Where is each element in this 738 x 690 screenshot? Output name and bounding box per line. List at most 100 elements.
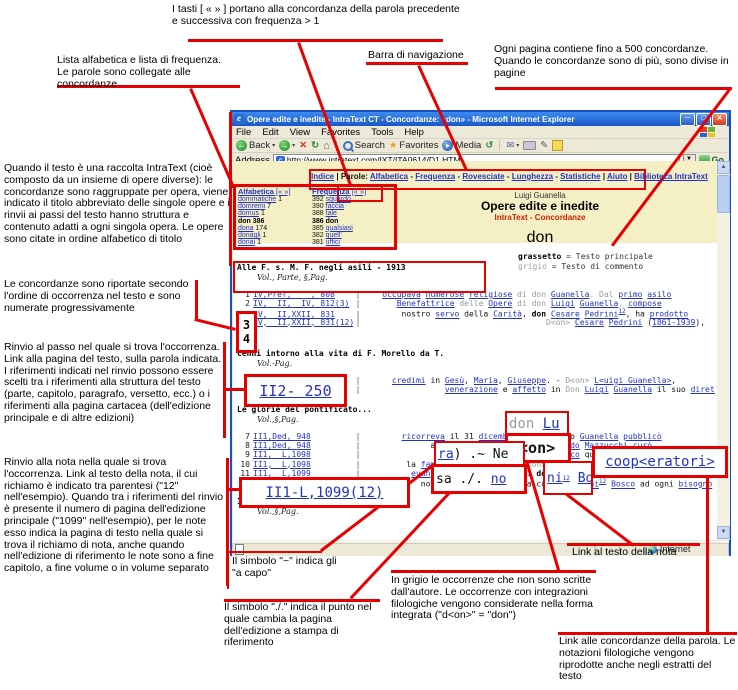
text-link[interactable]: qualsiasi [326,225,353,232]
text-link[interactable]: venerazione [445,385,498,394]
text-link[interactable]: Statistiche [560,172,600,181]
word-list-item[interactable]: dommatiche 1 [238,196,312,203]
text-link[interactable]: no [491,472,507,487]
text-link[interactable]: Opere [488,299,512,308]
text-link[interactable]: Gesù [445,376,464,385]
word-list-item[interactable]: 390 faccia [312,203,386,210]
text-link[interactable]: dona [238,225,254,232]
text-link[interactable]: Guanella [580,432,619,441]
chevron-down-icon[interactable]: ▾ [292,142,295,149]
passage-reference-link[interactable]: II1, L,1098 [253,460,353,469]
text-link[interactable]: Luigi [551,299,575,308]
coop-link[interactable]: coop<eratori> [605,454,715,470]
mail-button[interactable]: ✉▾ [506,140,519,151]
scrollbar-thumb[interactable] [717,175,730,213]
text-link[interactable]: Rovesciate [462,172,504,181]
passage-ref-link[interactable]: II2- 250 [259,382,331,400]
text-link[interactable]: Benefattrice [397,299,455,308]
text-link[interactable]: Guanella [580,299,619,308]
passage-reference-link[interactable]: IV, II, IV, 812(3) [253,299,353,308]
scroll-down-button[interactable]: ▼ [717,526,730,539]
text-link[interactable]: 1861-1939 [652,318,695,327]
text-link[interactable]: affetto [512,385,546,394]
menu-edit[interactable]: Edit [262,127,278,138]
zoom-note-ref-link[interactable]: II1-L,1099(12) [239,477,410,508]
text-link[interactable]: tale [326,210,337,217]
zoom-note-number-link[interactable]: ni12 Bo [543,461,593,495]
title-bar[interactable]: e Opere edite e inedite - IntraText CT -… [232,112,729,126]
text-link[interactable]: Cesare [575,318,604,327]
text-link[interactable]: domus [238,210,259,217]
refresh-button[interactable]: ↻ [311,140,319,151]
text-link[interactable]: Bo [578,471,593,486]
word-list-item[interactable]: dona 174 [238,225,312,232]
text-link[interactable]: Lunghezza [512,172,553,181]
menu-favorites[interactable]: Favorites [321,127,360,138]
pager-link[interactable]: [« »] [274,187,291,196]
text-link[interactable]: pubblicò [623,432,662,441]
passage-reference-link[interactable]: II1,Ded, 948 [253,441,353,450]
search-button[interactable]: Search [343,140,385,151]
text-link[interactable]: donai [238,239,255,246]
note-ref-link[interactable]: II1-L,1099(12) [265,485,383,501]
text-link[interactable]: faccia [326,203,344,210]
passage-reference-link[interactable]: IV, II,XXII, 831(12) [253,318,353,327]
text-link[interactable]: L<uigi Guanella> [594,376,671,385]
text-link[interactable]: quell' [326,232,342,239]
word-list-item[interactable]: donai 1 [238,239,312,246]
list-header-link[interactable]: Frequenza [312,187,350,196]
text-link[interactable]: ricorreva [402,432,445,441]
text-link[interactable]: Guanella [551,290,590,299]
text-link[interactable]: ra [438,447,454,462]
text-link[interactable]: ni [547,471,563,486]
text-link[interactable]: Indice [311,172,334,181]
word-list-item[interactable]: 385 qualsiasi [312,225,386,232]
chevron-down-icon[interactable]: ▾ [272,142,275,149]
media-button[interactable]: ▸Media [442,140,481,151]
text-link[interactable]: Biblioteca IntraText [634,172,708,181]
text-link[interactable]: Guanella [614,385,653,394]
text-link[interactable]: Aiuto [607,172,627,181]
list-header-link[interactable]: Alfabetica [238,187,274,196]
minimize-button[interactable]: ─ [680,113,695,126]
word-list-item[interactable]: domremi 7 [238,203,312,210]
menu-help[interactable]: Help [404,127,424,138]
text-link[interactable]: primo [618,290,642,299]
zoom-word-concordance-link[interactable]: coop<eratori> [592,446,728,478]
text-link[interactable]: donagli [238,232,261,239]
text-link[interactable]: 12 [618,308,625,315]
text-link[interactable]: Bosco [611,480,635,489]
chevron-down-icon[interactable]: ▾ [516,142,519,149]
menu-view[interactable]: View [290,127,310,138]
text-link[interactable]: compose [628,299,662,308]
text-link[interactable]: Lu [543,416,560,432]
text-link[interactable]: domremi [238,203,265,210]
text-link[interactable]: sguardo [326,196,351,203]
word-list-item[interactable]: 388 tale [312,210,386,217]
text-link[interactable]: credimi [392,376,426,385]
history-button[interactable]: ↺ [485,140,493,151]
word-list-item[interactable]: 381 uffici [312,239,386,246]
passage-reference-link[interactable]: II1, L,1098 [253,450,353,459]
text-link[interactable]: direttore [691,385,715,394]
menu-tools[interactable]: Tools [371,127,393,138]
pager-link[interactable]: [« »] [350,187,367,196]
print-button[interactable] [523,141,536,150]
text-link[interactable]: Frequenza [415,172,455,181]
text-link[interactable]: asilo [647,290,671,299]
scroll-up-button[interactable]: ▲ [717,161,730,174]
favorites-button[interactable]: ★Favorites [389,140,439,151]
word-list-item[interactable]: 382 quell' [312,232,386,239]
text-link[interactable]: Pedrini [609,318,643,327]
text-link[interactable]: Alfabetica [370,172,408,181]
messenger-button[interactable] [552,140,563,151]
word-list-item[interactable]: 392 sguardo [312,196,386,203]
passage-reference-link[interactable]: II1,Ded, 948 [253,432,353,441]
vertical-scrollbar[interactable]: ▲ ▼ [717,161,730,540]
zoom-passage-ref-link[interactable]: II2- 250 [244,374,347,407]
forward-button[interactable]: →▾ [279,140,295,151]
text-link[interactable]: 12 [563,475,570,482]
menu-file[interactable]: File [236,127,251,138]
text-link[interactable]: Luigi [585,385,609,394]
stop-button[interactable]: ✕ [299,140,307,151]
